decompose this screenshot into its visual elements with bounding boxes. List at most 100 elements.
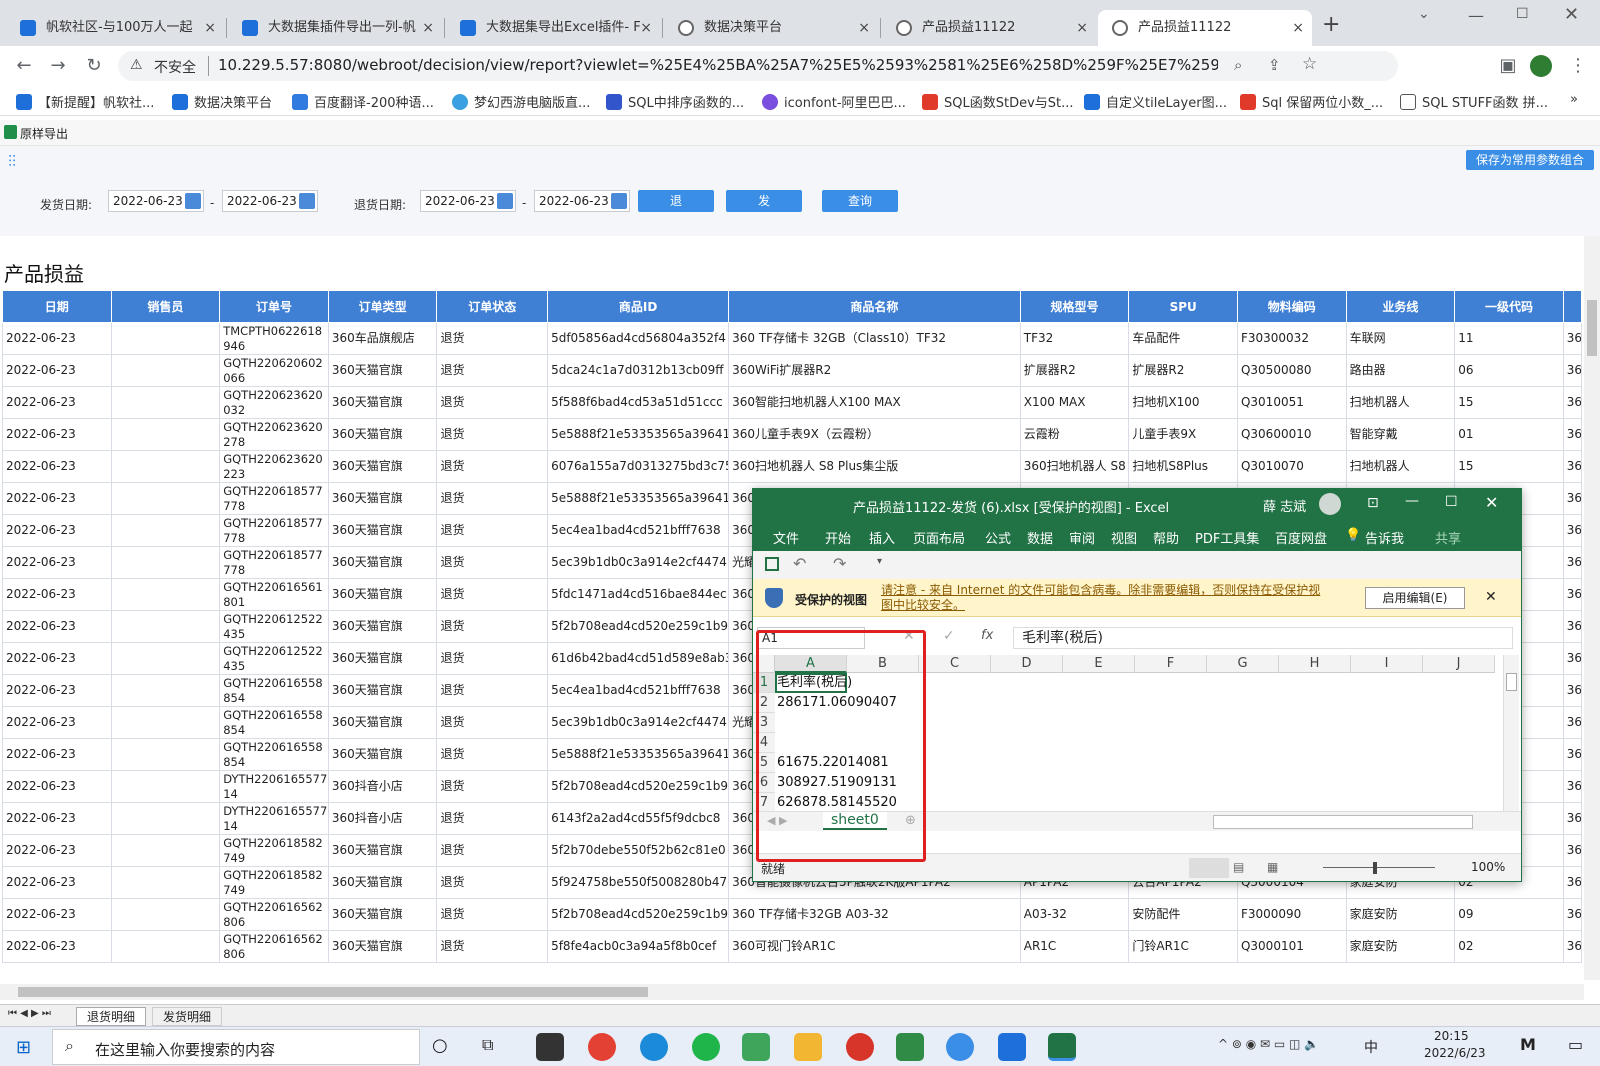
table-cell[interactable]: 360 (1562, 610, 1582, 643)
table-cell[interactable]: 5ec39b1db0c3a914e2cf4474 (547, 706, 730, 739)
table-cell[interactable]: 15 (1454, 386, 1564, 419)
table-cell[interactable]: 61d6b42bad4cd51d589e8ab3 (547, 642, 730, 675)
zoom-icon[interactable]: ⌕ (1234, 56, 1242, 74)
table-cell[interactable]: 360 TF存储卡32GB A03-32 (728, 898, 1021, 931)
redo-icon[interactable]: ↷ (833, 554, 846, 573)
table-cell[interactable]: 360天猫官旗 (327, 546, 438, 579)
app-icon[interactable] (536, 1033, 564, 1061)
table-cell[interactable]: 2022-06-23 (2, 322, 112, 355)
table-cell[interactable]: 360 (1562, 738, 1582, 771)
table-cell[interactable]: 退货 (436, 482, 549, 515)
tray-icons[interactable]: ^ ⊚ ◉ ✉ ▭ ◫ 🔈 (1218, 1037, 1319, 1051)
table-cell[interactable] (110, 354, 221, 387)
table-cell[interactable]: 5dca24c1a7d0312b13cb09ff (547, 354, 730, 387)
app-icon[interactable] (846, 1033, 874, 1061)
ribbon-tab-pdf[interactable]: PDF工具集 (1195, 528, 1259, 547)
user-avatar[interactable] (1319, 493, 1341, 515)
table-cell[interactable]: 6143f2a2ad4cd55f5f9dcbc8 (547, 802, 730, 835)
table-cell[interactable]: Q30600010 (1236, 418, 1347, 451)
table-cell[interactable] (110, 802, 221, 835)
table-cell[interactable]: 360 (1562, 450, 1582, 483)
column-header[interactable]: 商品ID (547, 290, 730, 323)
table-cell[interactable]: 360天猫官旗 (327, 354, 438, 387)
table-cell[interactable]: 退货 (436, 802, 549, 835)
table-cell[interactable]: 2022-06-23 (2, 450, 112, 483)
notification-icon[interactable]: ▭ (1568, 1035, 1583, 1054)
table-cell[interactable]: Q3010070 (1236, 450, 1347, 483)
fanruan-icon[interactable] (998, 1033, 1026, 1061)
bookmark-item[interactable]: SQL STUFF函数 拼... (1400, 92, 1548, 111)
table-cell[interactable]: 5ec4ea1bad4cd521bfff7638 (547, 514, 730, 547)
table-cell[interactable]: Q3010051 (1236, 386, 1347, 419)
table-cell[interactable]: GQTH220616558854 (219, 674, 329, 707)
ship-date-from[interactable]: 2022-06-23 (108, 190, 204, 212)
table-cell[interactable]: 01 (1454, 418, 1564, 451)
table-cell[interactable]: TF32 (1019, 322, 1130, 355)
table-cell[interactable]: GQTH220618582749 (219, 866, 329, 899)
ribbon-tab-file[interactable]: 文件 (773, 528, 799, 547)
bookmark-item[interactable]: 数据决策平台 (172, 92, 272, 111)
table-cell[interactable]: 退货 (436, 834, 549, 867)
folder-icon[interactable] (794, 1033, 822, 1061)
formula-input[interactable]: 毛利率(税后) (1013, 627, 1513, 649)
table-cell[interactable]: 360 (1562, 770, 1582, 803)
table-cell[interactable]: GQTH220616562806 (219, 930, 329, 963)
task-view-icon[interactable]: ⧉ (482, 1035, 493, 1055)
close-icon[interactable]: × (204, 10, 216, 46)
table-cell[interactable] (110, 866, 221, 899)
table-cell[interactable]: 15 (1454, 450, 1564, 483)
table-cell[interactable]: 09 (1454, 898, 1564, 931)
table-cell[interactable]: 360 (1562, 930, 1582, 963)
table-cell[interactable]: 360天猫官旗 (327, 482, 438, 515)
ribbon-tab-formulas[interactable]: 公式 (985, 528, 1011, 547)
column-header[interactable]: I (1351, 655, 1423, 673)
table-cell[interactable]: GQTH220618582749 (219, 834, 329, 867)
column-header[interactable]: D (991, 655, 1063, 673)
table-cell[interactable]: 360天猫官旗 (327, 514, 438, 547)
zoom-slider[interactable] (1323, 867, 1435, 868)
table-cell[interactable]: 360 (1562, 802, 1582, 835)
table-cell[interactable]: 360天猫官旗 (327, 386, 438, 419)
table-cell[interactable] (110, 578, 221, 611)
table-cell[interactable]: F30300032 (1236, 322, 1347, 355)
bookmark-item[interactable]: iconfont-阿里巴巴... (762, 92, 906, 111)
browser-tab[interactable]: 大数据集导出Excel插件- F × (446, 10, 660, 46)
ribbon-tab-view[interactable]: 视图 (1111, 528, 1137, 547)
column-header[interactable]: 一级代码 (1454, 290, 1564, 323)
column-header[interactable]: 物料编码 (1236, 290, 1347, 323)
bookmarks-more[interactable]: » (1570, 92, 1578, 107)
back-icon[interactable]: ← (12, 54, 36, 78)
column-header[interactable]: H (1279, 655, 1351, 673)
sheet-nav-icon[interactable]: ⏮ ◀ ▶ ⏭ (8, 1008, 51, 1019)
column-header[interactable]: 业务线 (1345, 290, 1456, 323)
table-cell[interactable]: 5f924758be550f5008280b47 (547, 866, 730, 899)
app-icon[interactable] (946, 1033, 974, 1061)
table-cell[interactable] (110, 674, 221, 707)
excel-horizontal-scrollbar[interactable] (1213, 815, 1473, 829)
column-header[interactable]: 日期 (2, 290, 112, 323)
column-header[interactable]: F (1135, 655, 1207, 673)
table-cell[interactable]: 2022-06-23 (2, 514, 112, 547)
table-cell[interactable]: 02 (1454, 930, 1564, 963)
table-cell[interactable]: 扩展器R2 (1019, 354, 1130, 387)
table-cell[interactable]: GQTH220618577778 (219, 546, 329, 579)
ribbon-tab-home[interactable]: 开始 (825, 528, 851, 547)
bookmark-item[interactable]: SQL中排序函数的... (606, 92, 744, 111)
table-cell[interactable]: 360儿童手表9X（云霞粉） (728, 418, 1021, 451)
forward-icon[interactable]: → (46, 54, 70, 78)
table-cell[interactable]: 360天猫官旗 (327, 674, 438, 707)
share-icon[interactable]: ⇪ (1268, 56, 1281, 74)
table-cell[interactable]: GQTH220623620278 (219, 418, 329, 451)
table-cell[interactable]: 5f588f6bad4cd53a51d51ccc (547, 386, 730, 419)
ribbon-tab-data[interactable]: 数据 (1027, 528, 1053, 547)
close-window-icon[interactable]: ✕ (1564, 4, 1579, 25)
table-cell[interactable]: DYTH220616557714 (219, 802, 329, 835)
table-cell[interactable]: 360天猫官旗 (327, 706, 438, 739)
table-cell[interactable]: 退货 (436, 610, 549, 643)
table-cell[interactable] (110, 642, 221, 675)
table-cell[interactable]: GQTH220612522435 (219, 610, 329, 643)
table-cell[interactable]: 5ec39b1db0c3a914e2cf4474 (547, 546, 730, 579)
table-cell[interactable]: 360天猫官旗 (327, 418, 438, 451)
column-header[interactable]: 订单状态 (436, 290, 549, 323)
column-header[interactable]: G (1207, 655, 1279, 673)
